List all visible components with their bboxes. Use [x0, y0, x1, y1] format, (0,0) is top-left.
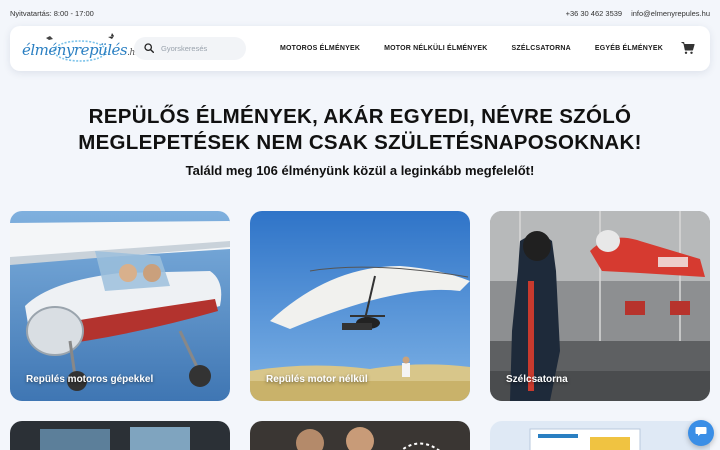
chat-icon	[695, 424, 707, 442]
category-card-szelcsatorna[interactable]: Szélcsatorna	[490, 211, 710, 401]
site-logo[interactable]: élményrepülés.hu	[18, 32, 141, 66]
hang-glider-photo	[250, 211, 470, 401]
hero-title: REPÜLŐS ÉLMÉNYEK, AKÁR EGYEDI, NÉVRE SZÓ…	[0, 104, 720, 156]
menu-item-motoros[interactable]: MOTOROS ÉLMÉNYEK	[280, 45, 360, 52]
card-label-motoros: Repülés motoros gépekkel	[26, 374, 154, 385]
menu-item-egyeb[interactable]: EGYÉB ÉLMÉNYEK	[595, 45, 663, 52]
main-navbar: élményrepülés.hu MOTOROS ÉLMÉNYEK MOTOR …	[10, 26, 710, 71]
category-card-bottom-1[interactable]	[10, 421, 230, 450]
search-bar[interactable]	[134, 37, 246, 60]
group-photo	[250, 421, 470, 450]
simulator-photo	[10, 421, 230, 450]
search-icon	[144, 40, 155, 58]
category-card-bottom-2[interactable]	[250, 421, 470, 450]
chat-button[interactable]	[688, 420, 714, 446]
email-link[interactable]: info@elmenyrepules.hu	[631, 9, 710, 18]
menu-item-motor-nelkuli[interactable]: MOTOR NÉLKÜLI ÉLMÉNYEK	[384, 45, 487, 52]
main-menu: MOTOROS ÉLMÉNYEK MOTOR NÉLKÜLI ÉLMÉNYEK …	[280, 26, 663, 71]
phone-link[interactable]: +36 30 462 3539	[566, 9, 623, 18]
card-label-szelcsatorna: Szélcsatorna	[506, 374, 568, 385]
top-info-bar: Nyitvatartás: 8:00 - 17:00 +36 30 462 35…	[0, 0, 720, 26]
opening-hours: Nyitvatartás: 8:00 - 17:00	[10, 9, 94, 18]
menu-item-szelcsatorna[interactable]: SZÉLCSATORNA	[512, 45, 571, 52]
cart-icon[interactable]	[681, 41, 695, 55]
wind-tunnel-photo	[490, 211, 710, 401]
category-card-motoros[interactable]: Repülés motoros gépekkel	[10, 211, 230, 401]
category-card-bottom-3[interactable]	[490, 421, 710, 450]
card-label-motor-nelkul: Repülés motor nélkül	[266, 374, 368, 385]
plane-photo	[10, 211, 230, 401]
category-card-motor-nelkul[interactable]: Repülés motor nélkül	[250, 211, 470, 401]
hero-subtitle: Találd meg 106 élményünk közül a leginká…	[185, 163, 535, 178]
hero-title-line-2: MEGLEPETÉSEK NEM CSAK SZÜLETÉSNAPOSOKNAK…	[78, 131, 642, 154]
contact-info: +36 30 462 3539 info@elmenyrepules.hu	[566, 9, 710, 18]
search-input[interactable]	[161, 44, 241, 53]
logo-wordmark: élményrepülés.hu	[22, 41, 141, 59]
voucher-photo	[490, 421, 710, 450]
hero-title-line-1: REPÜLŐS ÉLMÉNYEK, AKÁR EGYEDI, NÉVRE SZÓ…	[88, 105, 632, 128]
